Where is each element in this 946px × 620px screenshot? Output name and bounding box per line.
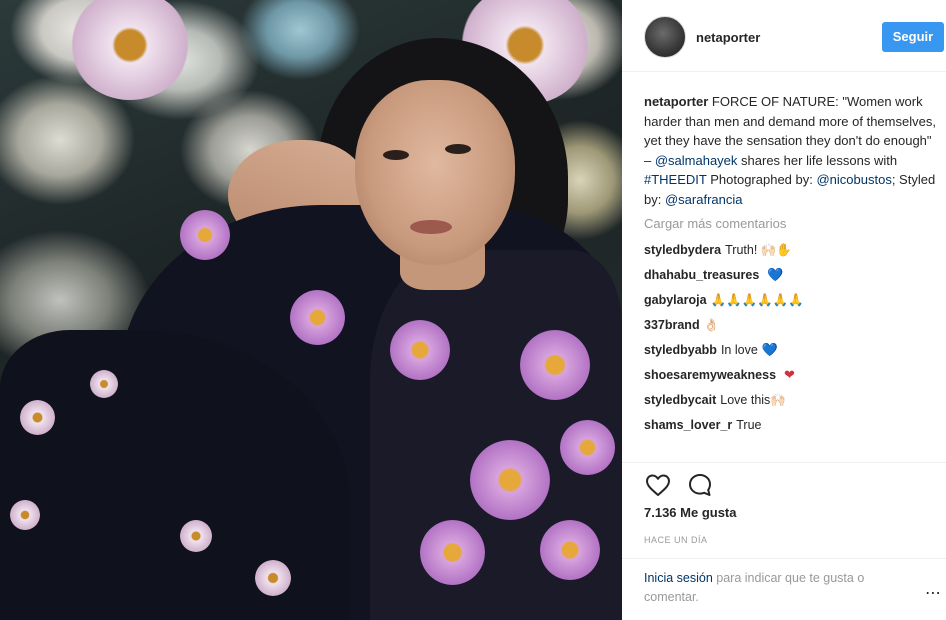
comment-list: styledbydera Truth! 🙌🏻✋ dhahabu_treasure… bbox=[644, 237, 940, 437]
caption-text: Photographed by: bbox=[706, 172, 817, 187]
comment-item: 337brand 👌🏻 bbox=[644, 312, 940, 337]
comment-username[interactable]: styledbyabb bbox=[644, 341, 717, 359]
comment-text: Truth! 🙌🏻✋ bbox=[725, 242, 792, 257]
comment-username[interactable]: 337brand bbox=[644, 316, 700, 334]
red-heart-emoji: ❤ bbox=[784, 366, 795, 382]
post-caption: netaporter FORCE OF NATURE: "Women work … bbox=[644, 92, 940, 209]
comment-item: styledbycait Love this🙌🏻 bbox=[644, 387, 940, 412]
login-link[interactable]: Inicia sesión bbox=[644, 571, 713, 585]
eye bbox=[383, 150, 409, 160]
post-header: netaporter Seguir bbox=[622, 0, 946, 72]
dress-flower bbox=[540, 520, 600, 580]
hashtag-link[interactable]: #THEEDIT bbox=[644, 172, 707, 187]
dress-flower bbox=[290, 290, 345, 345]
post-actions: 7.136 Me gusta HACE UN DÍA bbox=[622, 462, 946, 558]
load-more-comments[interactable]: Cargar más comentarios bbox=[644, 215, 940, 233]
comment-item: dhahabu_treasures 💙 bbox=[644, 262, 940, 287]
comment-text: 👌🏻 bbox=[703, 317, 720, 332]
more-options-icon[interactable]: ⋯ bbox=[925, 583, 942, 603]
dress-flower bbox=[420, 520, 485, 585]
post-photo[interactable] bbox=[0, 0, 622, 620]
mention-link[interactable]: @nicobustos bbox=[816, 172, 891, 187]
comment-username[interactable]: styledbycait bbox=[644, 391, 716, 409]
comment-username[interactable]: shoesaremyweakness bbox=[644, 366, 776, 384]
mention-link[interactable]: @salmahayek bbox=[655, 153, 738, 168]
comment-username[interactable]: shams_lover_r bbox=[644, 416, 732, 434]
background-flower bbox=[70, 0, 190, 100]
comment-item: shams_lover_r True bbox=[644, 412, 940, 437]
comment-username[interactable]: dhahabu_treasures bbox=[644, 266, 759, 284]
blue-heart-emoji: 💙 bbox=[761, 341, 778, 357]
likes-count[interactable]: 7.136 Me gusta bbox=[644, 505, 737, 520]
comments-section: netaporter FORCE OF NATURE: "Women work … bbox=[644, 92, 940, 437]
login-prompt: Inicia sesión para indicar que te gusta … bbox=[622, 558, 946, 620]
comment-item: styledbydera Truth! 🙌🏻✋ bbox=[644, 237, 940, 262]
comment-item: styledbyabb In love 💙 bbox=[644, 337, 940, 362]
comment-item: shoesaremyweakness ❤ bbox=[644, 362, 940, 387]
skirt-flower bbox=[90, 370, 118, 398]
comment-username[interactable]: gabylaroja bbox=[644, 291, 707, 309]
follow-button[interactable]: Seguir bbox=[882, 22, 944, 52]
lips bbox=[410, 220, 452, 234]
eye bbox=[445, 144, 471, 154]
dress-flower bbox=[470, 440, 550, 520]
post-username[interactable]: netaporter bbox=[696, 30, 760, 45]
comment-username[interactable]: styledbydera bbox=[644, 241, 721, 259]
post-timestamp: HACE UN DÍA bbox=[644, 535, 708, 545]
dress-flower bbox=[560, 420, 615, 475]
comment-text: 🙏🙏🙏🙏🙏🙏 bbox=[710, 292, 804, 307]
comment-text: Love this🙌🏻 bbox=[720, 392, 786, 407]
blue-heart-emoji: 💙 bbox=[767, 266, 784, 282]
heart-outline-icon[interactable] bbox=[644, 471, 672, 499]
avatar[interactable] bbox=[644, 16, 686, 58]
dress-flower bbox=[390, 320, 450, 380]
comment-item: gabylaroja 🙏🙏🙏🙏🙏🙏 bbox=[644, 287, 940, 312]
caption-text: shares her life lessons with bbox=[737, 152, 898, 168]
skirt-flower bbox=[20, 400, 55, 435]
skirt-flower bbox=[10, 500, 40, 530]
face bbox=[355, 80, 515, 265]
post-sidebar: netaporter Seguir netaporter FORCE OF NA… bbox=[622, 0, 946, 620]
comment-text: In love bbox=[720, 342, 758, 357]
mention-link[interactable]: @sarafrancia bbox=[665, 192, 743, 207]
dress-flower bbox=[520, 330, 590, 400]
dress-flower bbox=[180, 210, 230, 260]
caption-username[interactable]: netaporter bbox=[644, 94, 708, 109]
login-prompt-text: Inicia sesión para indicar que te gusta … bbox=[644, 569, 904, 607]
comment-bubble-icon[interactable] bbox=[686, 471, 714, 499]
skirt-flower bbox=[255, 560, 291, 596]
comment-text: True bbox=[736, 417, 762, 432]
skirt-flower bbox=[180, 520, 212, 552]
